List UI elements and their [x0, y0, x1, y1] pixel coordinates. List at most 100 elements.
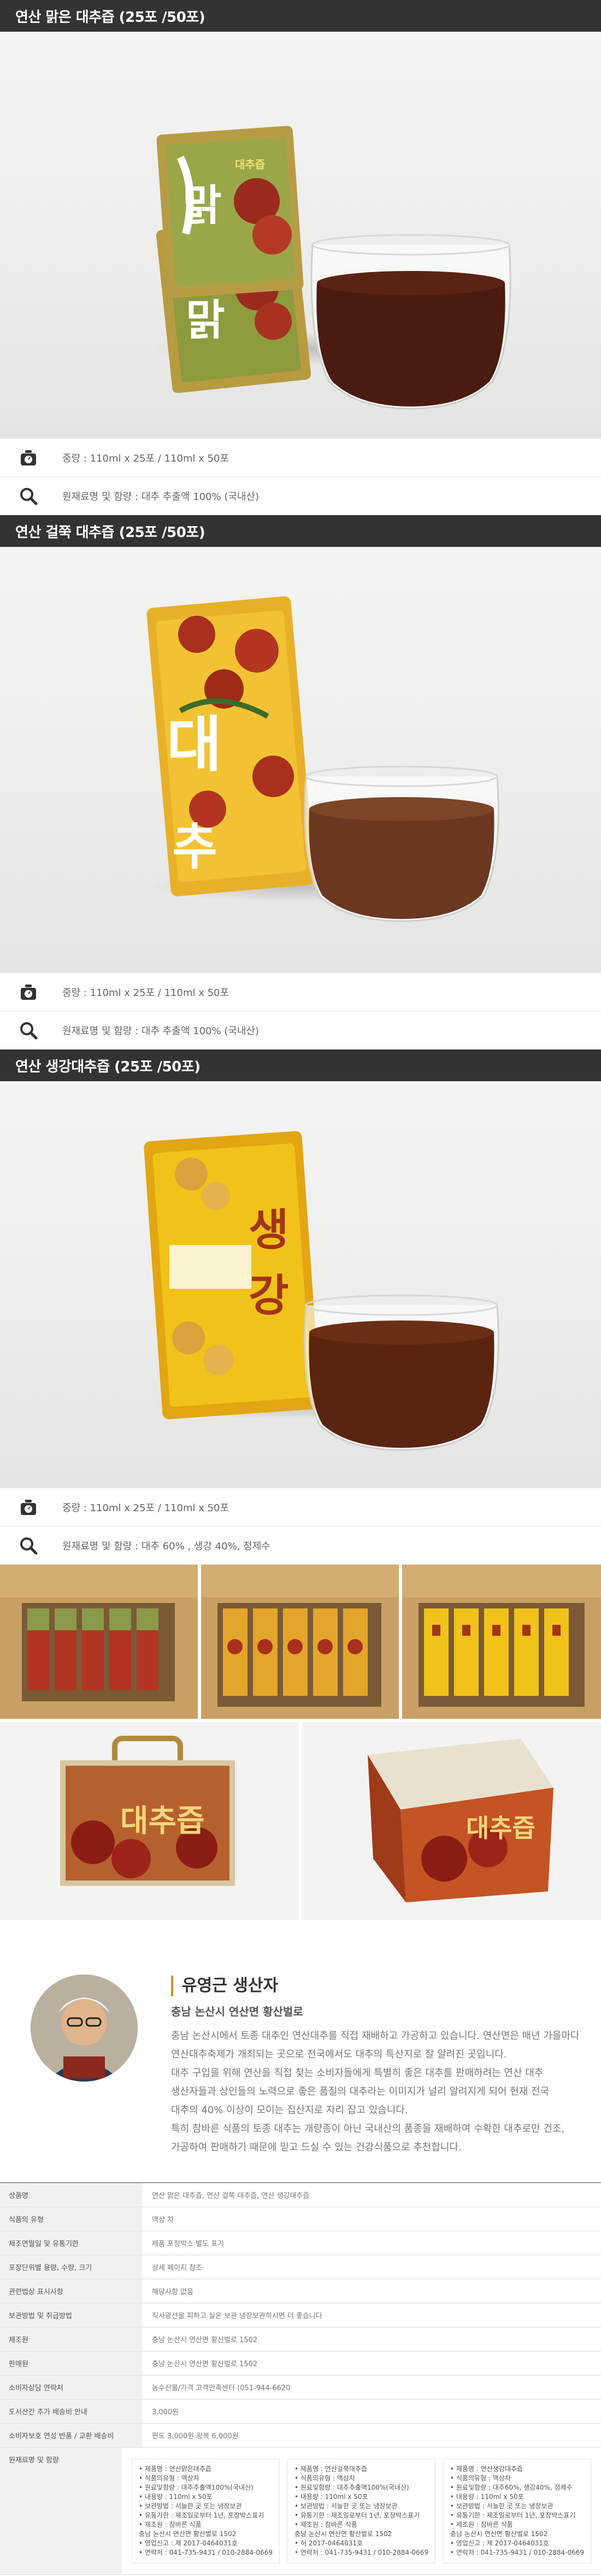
- juice-glass: [304, 1294, 499, 1451]
- description-line: 대추 구입을 위해 연산을 직접 찾는 소비자들에게 특별히 좋은 대추를 판매…: [171, 2067, 544, 2079]
- row-key: 원재료명 및 함량: [0, 2448, 122, 2574]
- row-value: 상세 페이지 참조: [152, 2264, 202, 2272]
- table-row: 소비자상담 연락처 농수산물/가격 고객만족센터 (051-944-6620: [0, 2375, 601, 2400]
- description-line: 특히 참바른 식품의 토종 대추는 개량종이 아닌 국내산의 품종을 재배하여 …: [171, 2123, 565, 2135]
- table-row: 식품의 유형 액상 차: [0, 2207, 601, 2231]
- table-row: 제조원 충남 논산시 연산면 황산벌로 1502: [0, 2327, 601, 2351]
- table-row: 포장단위별 용량, 수량, 크기 상세 페이지 참조: [0, 2255, 601, 2279]
- svg-text:대추즙: 대추즙: [235, 158, 265, 171]
- magnifier-icon: [16, 484, 40, 508]
- row-value: 충남 논산시 연산면 황산벌로 1502: [152, 2336, 258, 2344]
- svg-text:대추즙: 대추즙: [120, 1803, 205, 1839]
- box-photo-clear: [0, 1565, 198, 1719]
- capacity-text: 중량 : 110ml x 25포 / 110ml x 50포: [62, 1502, 229, 1514]
- table-row: 소비자보호 연성 반품 / 교환 배송비 편도 3,000원 왕복 6,000원: [0, 2424, 601, 2448]
- capacity-text: 중량 : 110ml x 25포 / 110ml x 50포: [62, 987, 229, 999]
- svg-text:대: 대: [167, 709, 222, 780]
- table-row-ingredients: 원재료명 및 함량 • 제품명 : 연산맑은대추즙 • 식품의유형 : 액상차 …: [0, 2448, 601, 2575]
- product-title: 연산 걸쭉 대추즙 (25포 /50포): [0, 515, 601, 547]
- row-value: 제품 포장박스 별도 표기: [152, 2240, 224, 2248]
- description-line: 가공하여 판매하기 때문에 믿고 드실 수 있는 건강식품으로 추천합니다.: [171, 2142, 462, 2153]
- row-key: 보관방법 및 취급방법: [0, 2303, 142, 2327]
- capacity-row: 중량 : 110ml x 25포 / 110ml x 50포: [0, 1488, 601, 1526]
- description-line: 생산자들과 상인들의 노력으로 좋은 품질의 대추라는 이미지가 널리 알려지게…: [171, 2086, 550, 2097]
- gift-box-row: 대추즙 대추즙: [0, 1722, 601, 1920]
- scale-icon: [16, 446, 40, 470]
- ingredients-row: 원재료명 및 함량 : 대추 추출액 100% (국내산): [0, 477, 601, 515]
- row-value: 직사광선을 피하고 실온 보관 냉장보관하시면 더 좋습니다: [152, 2312, 322, 2320]
- product-photo: 대 추: [0, 547, 601, 973]
- magnifier-icon: [16, 1534, 40, 1558]
- label-boxes: • 제품명 : 연산맑은대추즙 • 식품의유형 : 액상차 • 원료및함량 : …: [131, 2454, 591, 2568]
- svg-text:강: 강: [249, 1270, 289, 1321]
- producer-profile: 유영근 생산자 충남 논산시 연산면 황산벌로 충남 논산시에서 토종 대추인 …: [0, 1920, 601, 2182]
- magnifier-icon: [16, 1018, 40, 1042]
- description-line: 연산대추축제가 개최되는 곳으로 전국에서도 대추의 특산지로 잘 알려진 곳입…: [171, 2049, 507, 2060]
- row-key: 도서산간 추가 배송비 안내: [0, 2400, 142, 2423]
- table-row: 판매원 충남 논산시 연산면 황산벌로 1502: [0, 2351, 601, 2375]
- table-row: 상품명 연산 맑은 대추즙, 연산 걸쭉 대추즙, 연산 생강대추즙: [0, 2183, 601, 2207]
- product-illustration: 대 추: [146, 596, 499, 922]
- description-line: 대추의 40% 이상이 모이는 집산지로 자리 잡고 있습니다.: [171, 2105, 408, 2116]
- row-key: 제조연월일 및 유통기한: [0, 2231, 142, 2255]
- juice-pouch: 생 강: [144, 1131, 321, 1419]
- product-detail-page: 연산 맑은 대추즙 (25포 /50포) 맑 맑 대추즙 중량: 110ml …: [0, 0, 601, 2576]
- producer-description: 충남 논산시에서 토종 대추인 연산대추를 직접 재배하고 가공하고 있습니다.…: [171, 2027, 586, 2157]
- capacity-row: 중량 : 110ml x 25포 / 110ml x 50포: [0, 439, 601, 477]
- row-key: 소비자보호 연성 반품 / 교환 배송비: [0, 2424, 142, 2447]
- row-value: 3,000원: [152, 2408, 179, 2416]
- row-value: 농수산물/가격 고객만족센터 (051-944-6620: [152, 2384, 291, 2392]
- juice-pouch-front: 맑 대추즙: [156, 126, 304, 298]
- row-key: 상품명: [0, 2183, 142, 2207]
- label-box-ginger: • 제품명 : 연산생강대추즙 • 식품의유형 : 액상차 • 원료및함량 : …: [443, 2459, 591, 2563]
- row-value: 해당사항 없음: [152, 2288, 193, 2296]
- row-value: 편도 3,000원 왕복 6,000원: [152, 2432, 239, 2441]
- ingredients-text: 원재료명 및 함량 : 대추 추출액 100% (국내산): [62, 491, 260, 503]
- product-photo: 생 강: [0, 1081, 601, 1488]
- row-key: 제조원: [0, 2327, 142, 2351]
- ingredients-text: 원재료명 및 함량 : 대추 60% , 생강 40%, 정제수: [62, 1540, 270, 1552]
- product-section-1: 연산 맑은 대추즙 (25포 /50포) 맑 맑 대추즙 중량: 110ml …: [0, 0, 601, 515]
- gift-box-photo-right: 대추즙: [302, 1722, 601, 1920]
- product-illustration: 맑 맑 대추즙: [156, 126, 511, 410]
- juice-glass: [310, 234, 511, 410]
- gift-box-photo-left: 대추즙: [0, 1722, 299, 1920]
- row-value: • 제품명 : 연산맑은대추즙 • 식품의유형 : 액상차 • 원료및함량 : …: [122, 2448, 601, 2574]
- scale-icon: [16, 1495, 40, 1519]
- product-section-2: 연산 걸쭉 대추즙 (25포 /50포) 대 추 중량: 110ml x 25…: [0, 515, 601, 1050]
- label-box-clear: • 제품명 : 연산맑은대추즙 • 식품의유형 : 액상차 • 원료및함량 : …: [131, 2459, 280, 2563]
- table-row: 제조연월일 및 유통기한 제품 포장박스 별도 표기: [0, 2231, 601, 2255]
- producer-address: 충남 논산시 연산면 황산벌로: [171, 2005, 303, 2018]
- ingredients-row: 원재료명 및 함량 : 대추 60% , 생강 40%, 정제수: [0, 1526, 601, 1565]
- product-info-table: 상품명 연산 맑은 대추즙, 연산 걸쭉 대추즙, 연산 생강대추즙 식품의 유형…: [0, 2182, 601, 2575]
- label-box-thick: • 제품명 : 연산걸쭉대추즙 • 식품의유형 : 액상차 • 원료및함량 : …: [287, 2459, 435, 2563]
- row-key: 관련법상 표시사항: [0, 2279, 142, 2303]
- svg-text:맑: 맑: [186, 296, 225, 345]
- svg-text:추: 추: [172, 818, 217, 876]
- row-value: 연산 맑은 대추즙, 연산 걸쭉 대추즙, 연산 생강대추즙: [152, 2192, 310, 2200]
- juice-pouch: 대 추: [146, 596, 315, 897]
- capacity-row: 중량 : 110ml x 25포 / 110ml x 50포: [0, 973, 601, 1011]
- table-row: 보관방법 및 취급방법 직사광선을 피하고 실온 보관 냉장보관하시면 더 좋습니…: [0, 2303, 601, 2327]
- box-photo-ginger: [402, 1565, 601, 1719]
- product-title: 연산 생강대추즙 (25포 /50포): [0, 1050, 601, 1081]
- description-line: 충남 논산시에서 토종 대추인 연산대추를 직접 재배하고 가공하고 있습니다.…: [171, 2030, 580, 2042]
- ingredients-row: 원재료명 및 함량 : 대추 추출액 100% (국내산): [0, 1011, 601, 1050]
- row-key: 포장단위별 용량, 수량, 크기: [0, 2255, 142, 2279]
- row-key: 판매원: [0, 2351, 142, 2375]
- svg-text:생: 생: [249, 1204, 289, 1255]
- table-row: 도서산간 추가 배송비 안내 3,000원: [0, 2400, 601, 2424]
- product-photo: 맑 맑 대추즙: [0, 32, 601, 439]
- svg-text:맑: 맑: [182, 181, 222, 231]
- juice-glass: [304, 765, 499, 922]
- row-key: 식품의 유형: [0, 2207, 142, 2231]
- product-illustration: 생 강: [144, 1131, 499, 1451]
- producer-name: 유영근 생산자: [171, 1976, 278, 1996]
- capacity-text: 중량 : 110ml x 25포 / 110ml x 50포: [62, 452, 229, 464]
- product-title: 연산 맑은 대추즙 (25포 /50포): [0, 0, 601, 32]
- row-key: 소비자상담 연락처: [0, 2375, 142, 2399]
- table-row: 관련법상 표시사항 해당사항 없음: [0, 2279, 601, 2303]
- scale-icon: [16, 980, 40, 1004]
- row-value: 충남 논산시 연산면 황산벌로 1502: [152, 2360, 258, 2368]
- box-photo-thick: [201, 1565, 399, 1719]
